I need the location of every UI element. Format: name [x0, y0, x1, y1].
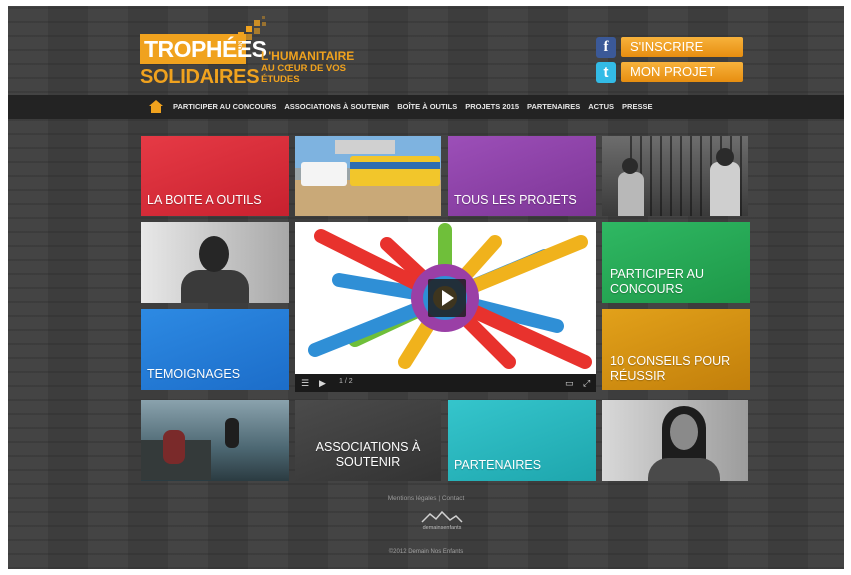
tile-photo-beach[interactable] — [141, 400, 289, 481]
logo-une-mark: UNE — [238, 37, 244, 50]
footer-links: Mentions légales | Contact — [8, 495, 844, 502]
play-button[interactable] — [428, 279, 466, 317]
fullscreen-icon[interactable]: ⤢ — [583, 378, 590, 388]
tile-photo-buses[interactable] — [295, 136, 441, 216]
tile-label-line-2: RÉUSSIR — [610, 369, 666, 383]
logo-title-bottom: SOLIDAIRES — [140, 66, 260, 88]
logo-tagline: L'HUMANITAIRE AU CŒUR DE VOS ÉTUDES — [261, 49, 371, 86]
nav-item-associations[interactable]: ASSOCIATIONS À SOUTENIR — [284, 95, 389, 119]
tile-label: PARTENAIRES — [454, 458, 542, 472]
tile-label: TEMOIGNAGES — [147, 367, 241, 381]
nav-item-boite-outils[interactable]: BOÎTE À OUTILS — [397, 95, 457, 119]
main-nav: PARTICIPER AU CONCOURS ASSOCIATIONS À SO… — [8, 95, 844, 119]
mountains-icon — [421, 510, 463, 523]
page-frame: TROPHÉES SOLIDAIRES L'HUMANITAIRE AU CŒU… — [8, 6, 844, 569]
tile-label: ASSOCIATIONS À SOUTENIR — [295, 440, 441, 470]
footer-logo-text: demainsenfants — [422, 525, 462, 531]
captions-icon[interactable]: ▭ — [565, 378, 574, 388]
tile-photo-man[interactable] — [141, 222, 289, 303]
nav-item-actus[interactable]: ACTUS — [588, 95, 614, 119]
tile-participer-concours[interactable]: PARTICIPER AU CONCOURS — [602, 222, 750, 303]
nav-items: PARTICIPER AU CONCOURS ASSOCIATIONS À SO… — [173, 95, 660, 119]
facebook-icon[interactable]: f — [596, 37, 616, 58]
home-icon[interactable] — [149, 100, 163, 113]
copyright: ©2012 Demain Nos Enfants — [388, 549, 464, 555]
tagline-line-2: AU CŒUR DE VOS — [261, 63, 346, 74]
tile-label: PARTICIPER AU CONCOURS — [610, 267, 704, 297]
tagline-line-3: ÉTUDES — [261, 74, 300, 85]
tile-label: 10 CONSEILS POUR RÉUSSIR — [610, 354, 730, 384]
footer-logo[interactable]: demainsenfants — [414, 509, 470, 535]
signup-button[interactable]: S'INSCRIRE — [621, 37, 743, 57]
tile-label-line-2: CONCOURS — [610, 282, 683, 296]
footer-mentions-link[interactable]: Mentions légales — [388, 495, 437, 502]
tile-boite-outils[interactable]: LA BOITE A OUTILS — [141, 136, 289, 216]
tile-partenaires[interactable]: PARTENAIRES — [448, 400, 596, 481]
tile-label-line-2: SOUTENIR — [335, 455, 401, 469]
nav-item-participer[interactable]: PARTICIPER AU CONCOURS — [173, 95, 276, 119]
tile-temoignages[interactable]: TEMOIGNAGES — [141, 309, 289, 390]
footer-contact-link[interactable]: Contact — [442, 495, 464, 502]
video-player[interactable]: ☰ ▶ 1 / 2 ▭ ⤢ — [295, 222, 596, 392]
tile-associations[interactable]: ASSOCIATIONS À SOUTENIR — [295, 400, 441, 481]
tile-photo-woman[interactable] — [602, 400, 748, 481]
twitter-icon[interactable]: t — [596, 62, 616, 83]
tile-label-line-1: ASSOCIATIONS À — [315, 440, 421, 454]
tagline-line-1: L'HUMANITAIRE — [261, 49, 355, 63]
logo-title-top: TROPHÉES — [140, 34, 267, 64]
video-controls: ☰ ▶ 1 / 2 ▭ ⤢ — [295, 374, 596, 392]
tile-tous-projets[interactable]: TOUS LES PROJETS — [448, 136, 596, 216]
tile-label-line-1: PARTICIPER AU — [610, 267, 705, 281]
site-logo[interactable]: TROPHÉES SOLIDAIRES L'HUMANITAIRE AU CŒU… — [140, 16, 360, 91]
tile-conseils[interactable]: 10 CONSEILS POUR RÉUSSIR — [602, 309, 750, 390]
footer-separator: | — [438, 495, 441, 502]
nav-item-partenaires[interactable]: PARTENAIRES — [527, 95, 580, 119]
tile-label-line-1: 10 CONSEILS POUR — [610, 354, 731, 368]
tile-photo-children[interactable] — [602, 136, 748, 216]
playlist-icon[interactable]: ☰ — [301, 378, 309, 388]
nav-item-presse[interactable]: PRESSE — [622, 95, 652, 119]
tile-label: LA BOITE A OUTILS — [147, 193, 262, 207]
play-small-icon[interactable]: ▶ — [319, 378, 326, 388]
my-project-button[interactable]: MON PROJET — [621, 62, 743, 82]
nav-item-projets-2015[interactable]: PROJETS 2015 — [465, 95, 519, 119]
video-counter: 1 / 2 — [339, 378, 353, 385]
tile-label: TOUS LES PROJETS — [454, 193, 577, 207]
